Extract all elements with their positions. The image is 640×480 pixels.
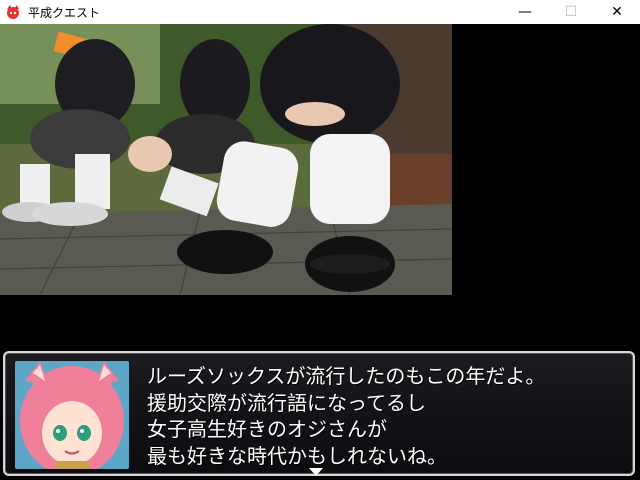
pink-haired-catgirl-portrait (15, 361, 129, 469)
window-title: 平成クエスト (28, 5, 101, 20)
dialog-line: 女子高生好きのオジさんが (147, 417, 387, 441)
scene-image (0, 24, 452, 295)
dialog-text: ルーズソックスが流行したのもこの年だよ。 援助交際が流行語になってるし 女子高生… (147, 363, 627, 469)
message-window[interactable]: ルーズソックスが流行したのもこの年だよ。 援助交際が流行語になってるし 女子高生… (3, 351, 635, 476)
dialog-line: 最も好きな時代かもしれないね。 (147, 443, 447, 468)
app-icon (7, 5, 19, 19)
close-button[interactable]: ✕ (594, 0, 640, 24)
next-arrow-icon[interactable] (309, 468, 323, 476)
dialog-line: 援助交際が流行語になってるし (147, 390, 426, 415)
minimize-button[interactable]: — (502, 0, 548, 24)
game-window: 平成クエスト — ☐ ✕ ルーズソックスが流行したのもこの年だよ。 援助交際が流… (0, 0, 640, 480)
dialog-line: ルーズソックスが流行したのもこの年だよ。 (147, 364, 546, 388)
maximize-button[interactable]: ☐ (548, 0, 594, 24)
title-bar[interactable]: 平成クエスト — ☐ ✕ (0, 0, 640, 24)
